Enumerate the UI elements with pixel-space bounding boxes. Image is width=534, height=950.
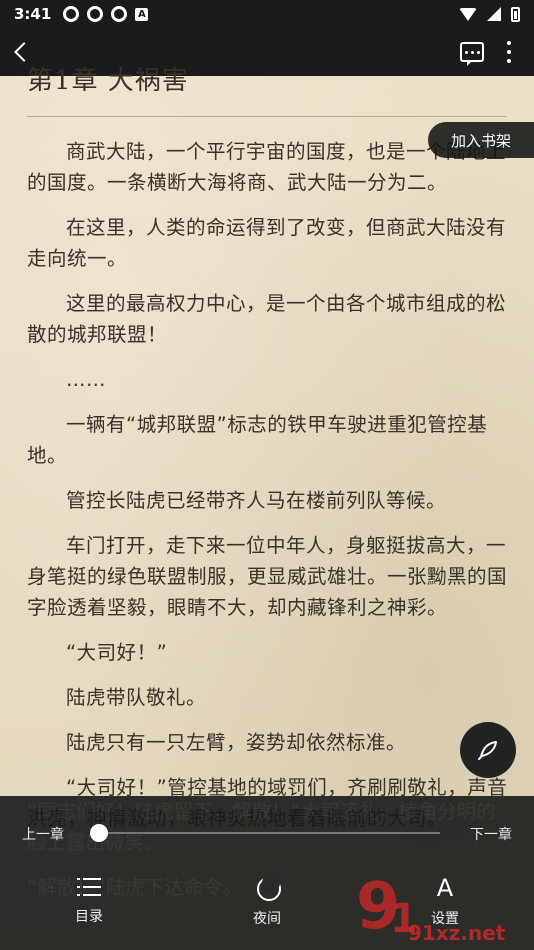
paragraph: 陆虎带队敬礼。 bbox=[66, 686, 207, 709]
paragraph: 车门打开，走下来一位中年人，身躯挺拔高大，一身笔挺的绿色联盟制服，更显威武雄壮。… bbox=[27, 534, 508, 619]
status-indicators bbox=[459, 6, 520, 22]
feather-pen-icon bbox=[478, 741, 497, 760]
toolbar-actions bbox=[460, 41, 524, 66]
status-time: 3:41 bbox=[14, 5, 52, 23]
tab-night-mode[interactable]: 夜间 bbox=[178, 874, 356, 936]
paragraph: 一辆有“城邦联盟”标志的铁甲车驶进重犯管控基地。 bbox=[27, 413, 488, 467]
notification-icon bbox=[63, 6, 80, 22]
signal-icon bbox=[487, 7, 501, 21]
prev-chapter-button[interactable]: 上一章 bbox=[22, 824, 64, 844]
tab-label: 夜间 bbox=[253, 911, 281, 927]
paragraph: 陆虎只有一只左臂，姿势却依然标准。 bbox=[66, 731, 407, 754]
add-to-shelf-button[interactable]: 加入书架 bbox=[428, 122, 534, 158]
next-chapter-button[interactable]: 下一章 bbox=[470, 824, 512, 844]
font-icon: A bbox=[436, 874, 454, 902]
wifi-icon bbox=[459, 7, 477, 21]
reader-tabs: 目录 夜间 A 设置 bbox=[0, 874, 534, 936]
paragraph: 管控长陆虎已经带齐人马在楼前列队等候。 bbox=[66, 489, 447, 512]
a-icon: A bbox=[135, 7, 149, 21]
tab-label: 设置 bbox=[431, 911, 459, 927]
tab-label: 目录 bbox=[75, 909, 103, 925]
reader-control-panel: “同志们好！陆虎留下，解散！”大司还礼，棱角分明的脸上露出微笑。 “解散！”陆虎… bbox=[0, 796, 534, 950]
comment-icon[interactable] bbox=[460, 42, 484, 66]
notification-icon bbox=[87, 6, 104, 22]
paragraph: 这里的最高权力中心，是一个由各个城市组成的松散的城邦联盟！ bbox=[27, 292, 507, 346]
tab-settings[interactable]: A 设置 bbox=[356, 876, 534, 936]
title-divider bbox=[27, 116, 507, 117]
list-icon bbox=[77, 876, 101, 898]
status-bar: 3:41 A bbox=[0, 0, 534, 28]
moon-icon bbox=[255, 874, 281, 901]
more-options-icon[interactable] bbox=[506, 41, 512, 63]
paragraph: …… bbox=[66, 368, 106, 391]
notification-icon bbox=[111, 6, 128, 22]
battery-icon bbox=[511, 6, 520, 22]
chapter-progress-row: 上一章 下一章 bbox=[0, 820, 534, 844]
chapter-title: 第1章 大祸害 bbox=[27, 66, 189, 96]
write-comment-button[interactable] bbox=[460, 722, 516, 778]
chapter-content: 商武大陆，一个平行宇宙的国度，也是一个陆地上的国度。一条横断大海将商、武大陆一分… bbox=[27, 136, 509, 848]
tab-toc[interactable]: 目录 bbox=[0, 876, 178, 936]
progress-thumb[interactable] bbox=[89, 824, 108, 842]
paragraph: “大司好！” bbox=[66, 641, 168, 664]
paragraph: 在这里，人类的命运得到了改变，但商武大陆没有走向统一。 bbox=[27, 216, 507, 270]
progress-track[interactable] bbox=[92, 832, 440, 834]
